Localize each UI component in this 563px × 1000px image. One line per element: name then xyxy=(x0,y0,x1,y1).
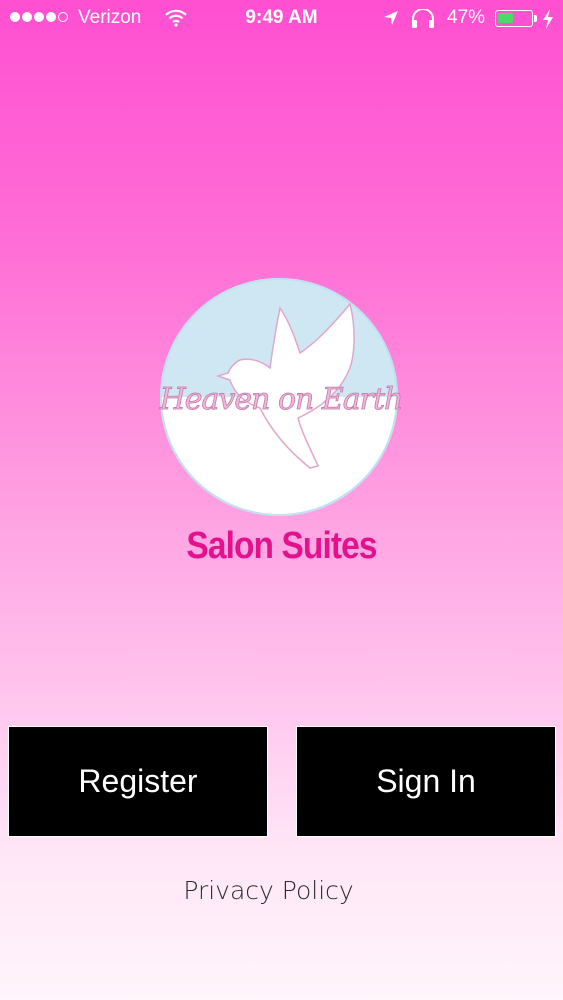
location-arrow-icon xyxy=(383,10,399,32)
battery-percent: 47% xyxy=(447,7,486,28)
app-logo: Heaven on Earth xyxy=(150,278,412,518)
logo-script-text: Heaven on Earth xyxy=(159,382,404,418)
status-bar: Verizon 9:49 AM 47% xyxy=(0,0,563,38)
battery-level-fill xyxy=(498,13,513,23)
battery-nub xyxy=(534,15,537,22)
register-button[interactable]: Register xyxy=(8,726,268,837)
sign-in-button[interactable]: Sign In xyxy=(296,726,556,837)
brand-subtitle: Salon Suites xyxy=(186,525,377,567)
charging-bolt-icon xyxy=(542,9,554,35)
headphones-icon xyxy=(410,8,436,35)
privacy-policy-link[interactable]: Privacy Policy xyxy=(0,876,537,905)
battery-icon xyxy=(495,10,533,27)
